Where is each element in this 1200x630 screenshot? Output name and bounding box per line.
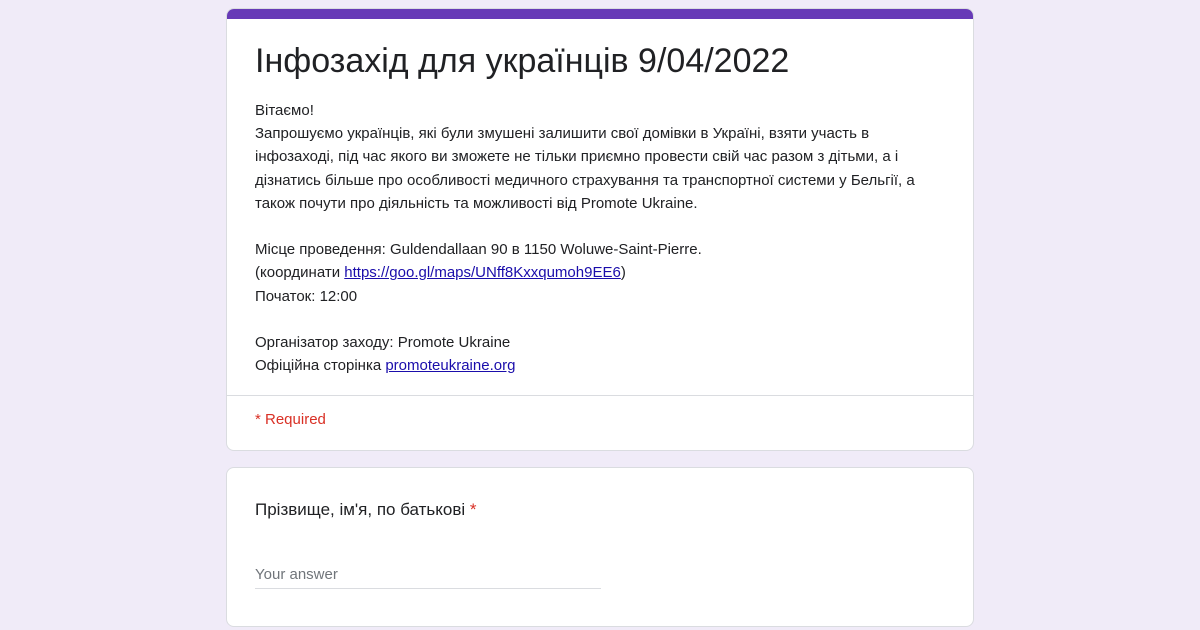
form-header-card: Інфозахід для українців 9/04/2022 Вітаєм… [226,8,974,451]
official-page-link[interactable]: promoteukraine.org [385,357,515,374]
description-coords: (координати https://goo.gl/maps/UNff8Kxx… [255,261,945,284]
question-label: Прізвище, ім'я, по батькові [255,500,466,519]
maps-link[interactable]: https://goo.gl/maps/UNff8Kxxqumoh9EE6 [344,264,621,281]
required-star: * [469,500,477,519]
description-greeting: Вітаємо! [255,102,314,119]
description-venue: Місце проведення: Guldendallaan 90 в 115… [255,241,702,259]
form-description: Вітаємо! Запрошуємо українців, які були … [255,99,945,377]
required-note: * Required [255,411,326,428]
question-title: Прізвище, ім'я, по батькові * [255,500,477,520]
description-start: Початок: 12:00 [255,287,358,305]
description-organizer: Організатор заходу: Promote Ukraine [255,334,511,351]
question-card: Прізвище, ім'я, по батькові * [226,467,974,627]
page-prefix: Офіційна сторінка [255,357,386,375]
accent-bar [227,9,973,19]
description-intro: Запрошуємо українців, які були змушені з… [255,125,915,212]
answer-input[interactable] [255,560,601,589]
description-official-page: Офіційна сторінка promoteukraine.org [255,354,945,377]
coords-suffix: ) [620,264,626,282]
coords-prefix: (координати [255,264,345,282]
form-title: Інфозахід для українців 9/04/2022 [255,42,790,80]
header-divider [227,395,973,396]
